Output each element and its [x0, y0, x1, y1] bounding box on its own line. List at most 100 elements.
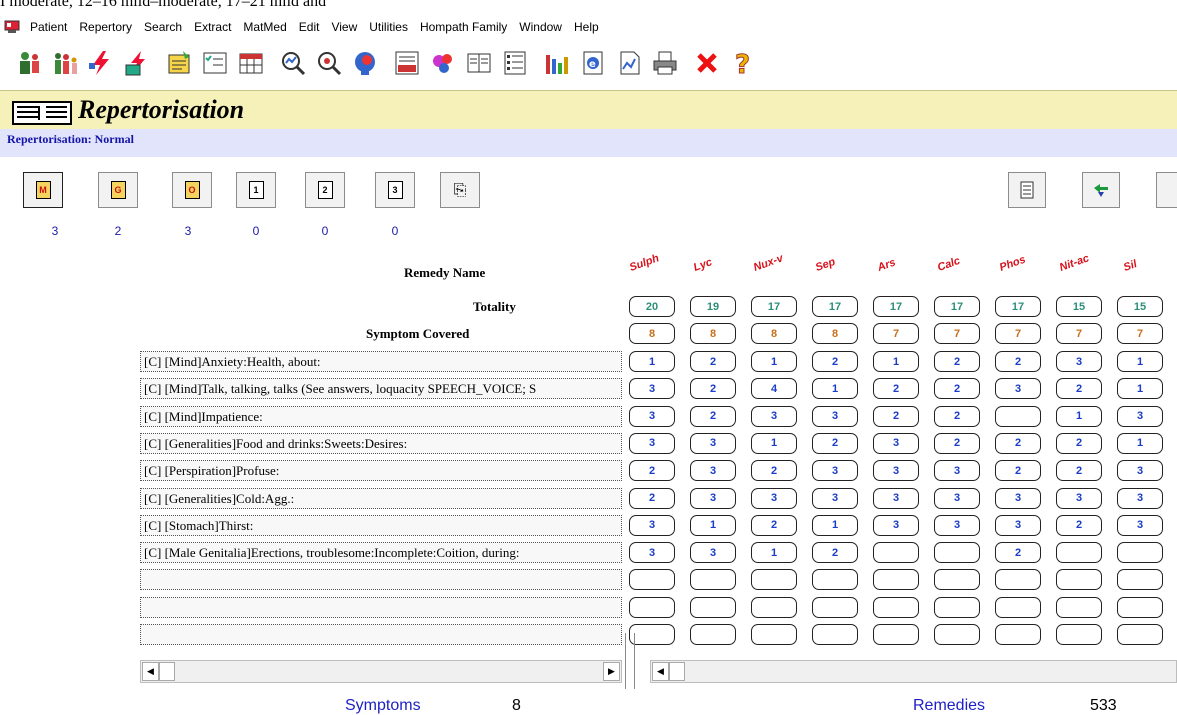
grade-cell[interactable]: 1 — [812, 514, 858, 536]
menu-utilities[interactable]: Utilities — [363, 20, 414, 34]
grade-cell[interactable]: 2 — [1056, 378, 1102, 400]
grade-cell[interactable] — [873, 624, 919, 645]
grade-cell[interactable]: 3 — [995, 487, 1041, 509]
grade-cell[interactable]: 3 — [1056, 351, 1102, 372]
symptom-scrollbar[interactable]: ◀ ▶ — [140, 660, 622, 683]
symptom-row[interactable]: [C] [Mind]Anxiety:Health, about: — [140, 351, 622, 372]
grade-cell[interactable] — [995, 596, 1041, 618]
grade-cell[interactable]: 2 — [812, 351, 858, 372]
symptom-row[interactable] — [140, 569, 622, 591]
grade-cell[interactable]: 2 — [934, 351, 980, 372]
grade-cell[interactable]: 3 — [873, 514, 919, 536]
symptom-row[interactable]: [C] [Perspiration]Profuse: — [140, 460, 622, 482]
grade-cell[interactable] — [995, 569, 1041, 591]
grade-cell[interactable]: 3 — [690, 432, 736, 454]
help-icon[interactable]: ? — [728, 47, 758, 79]
list-icon[interactable] — [500, 47, 530, 79]
grade-cell[interactable] — [1056, 624, 1102, 645]
grade-cell[interactable]: 2 — [812, 432, 858, 454]
filter-button-3[interactable]: 3 — [375, 172, 415, 208]
grade-cell[interactable]: 2 — [934, 432, 980, 454]
grade-cell[interactable] — [873, 596, 919, 618]
grade-cell[interactable]: 2 — [690, 405, 736, 427]
remedy-header[interactable]: Phos — [998, 254, 1027, 274]
symptom-row[interactable]: [C] [Male Genitalia]Erections, troubleso… — [140, 542, 622, 564]
grade-cell[interactable]: 3 — [873, 432, 919, 454]
menu-search[interactable]: Search — [138, 20, 188, 34]
lightning-icon[interactable] — [86, 47, 116, 79]
grade-cell[interactable] — [1056, 596, 1102, 618]
grade-cell[interactable]: 3 — [873, 460, 919, 482]
grade-cell[interactable] — [629, 624, 675, 645]
symptom-row[interactable] — [140, 624, 622, 645]
menu-hompath-family[interactable]: Hompath Family — [414, 20, 513, 34]
menu-extract[interactable]: Extract — [188, 20, 237, 34]
grade-cell[interactable]: 3 — [934, 460, 980, 482]
grade-cell[interactable] — [934, 624, 980, 645]
grade-cell[interactable] — [690, 624, 736, 645]
grade-cell[interactable]: 1 — [751, 542, 797, 564]
grade-cell[interactable]: 2 — [995, 542, 1041, 564]
book-icon[interactable] — [464, 47, 494, 79]
grade-cell[interactable]: 2 — [995, 432, 1041, 454]
grade-cell[interactable]: 3 — [1117, 514, 1163, 536]
symptom-row[interactable]: [C] [Generalities]Food and drinks:Sweets… — [140, 432, 622, 454]
remedy-header[interactable]: Calc — [936, 255, 962, 274]
globe-icon[interactable]: e — [578, 47, 608, 79]
bar-chart-icon[interactable] — [542, 47, 572, 79]
grade-cell[interactable] — [1056, 542, 1102, 564]
scroll-right-arrow-icon[interactable]: ▶ — [603, 662, 620, 681]
close-icon[interactable] — [692, 47, 722, 79]
grade-cell[interactable]: 3 — [690, 460, 736, 482]
grade-cell[interactable]: 2 — [690, 351, 736, 372]
clipboard-button[interactable]: ⎘ — [440, 172, 480, 208]
grade-cell[interactable] — [751, 624, 797, 645]
filter-button-m[interactable]: M — [23, 172, 63, 208]
grade-cell[interactable]: 2 — [812, 542, 858, 564]
grade-cell[interactable]: 3 — [690, 487, 736, 509]
grade-cell[interactable]: 3 — [629, 378, 675, 400]
grade-cell[interactable]: 3 — [995, 378, 1041, 400]
grade-cell[interactable] — [995, 624, 1041, 645]
grade-cell[interactable]: 2 — [1056, 460, 1102, 482]
grade-cell[interactable]: 1 — [812, 378, 858, 400]
scroll-thumb[interactable] — [159, 662, 175, 681]
grade-cell[interactable]: 3 — [873, 487, 919, 509]
grade-cell[interactable]: 1 — [751, 432, 797, 454]
grade-cell[interactable]: 2 — [873, 405, 919, 427]
menu-patient[interactable]: Patient — [24, 20, 73, 34]
grade-cell[interactable] — [812, 596, 858, 618]
grade-cell[interactable] — [629, 596, 675, 618]
grade-cell[interactable] — [1117, 542, 1163, 564]
symptom-row[interactable]: [C] [Generalities]Cold:Agg.: — [140, 487, 622, 509]
remedy-header[interactable]: Sil — [1122, 258, 1139, 274]
grade-cell[interactable]: 2 — [995, 460, 1041, 482]
grade-cell[interactable]: 2 — [934, 378, 980, 400]
remedy-header[interactable]: Sulph — [628, 252, 661, 274]
doctor-icon[interactable] — [14, 47, 44, 79]
remedy-header[interactable]: Nux-v — [752, 252, 785, 274]
grade-cell[interactable]: 3 — [812, 460, 858, 482]
grade-cell[interactable]: 3 — [934, 514, 980, 536]
menu-help[interactable]: Help — [568, 20, 605, 34]
grade-cell[interactable]: 3 — [934, 487, 980, 509]
grade-cell[interactable] — [1056, 569, 1102, 591]
symptom-row[interactable] — [140, 596, 622, 618]
grade-cell[interactable] — [1117, 569, 1163, 591]
grade-cell[interactable]: 3 — [629, 405, 675, 427]
grade-cell[interactable]: 3 — [1117, 405, 1163, 427]
grade-cell[interactable] — [629, 569, 675, 591]
menu-matmed[interactable]: MatMed — [237, 20, 292, 34]
grade-cell[interactable]: 1 — [1117, 351, 1163, 372]
grade-cell[interactable]: 3 — [812, 487, 858, 509]
grade-cell[interactable]: 2 — [873, 378, 919, 400]
grade-cell[interactable]: 3 — [629, 432, 675, 454]
printer-icon[interactable] — [650, 47, 680, 79]
scroll-left-arrow-icon[interactable]: ◀ — [652, 662, 669, 681]
bubbles-icon[interactable] — [428, 47, 458, 79]
remedy-header[interactable]: Nit-ac — [1058, 252, 1091, 274]
grade-cell[interactable]: 3 — [751, 405, 797, 427]
menu-edit[interactable]: Edit — [293, 20, 326, 34]
grade-cell[interactable]: 3 — [751, 487, 797, 509]
grade-cell[interactable]: 1 — [1056, 405, 1102, 427]
